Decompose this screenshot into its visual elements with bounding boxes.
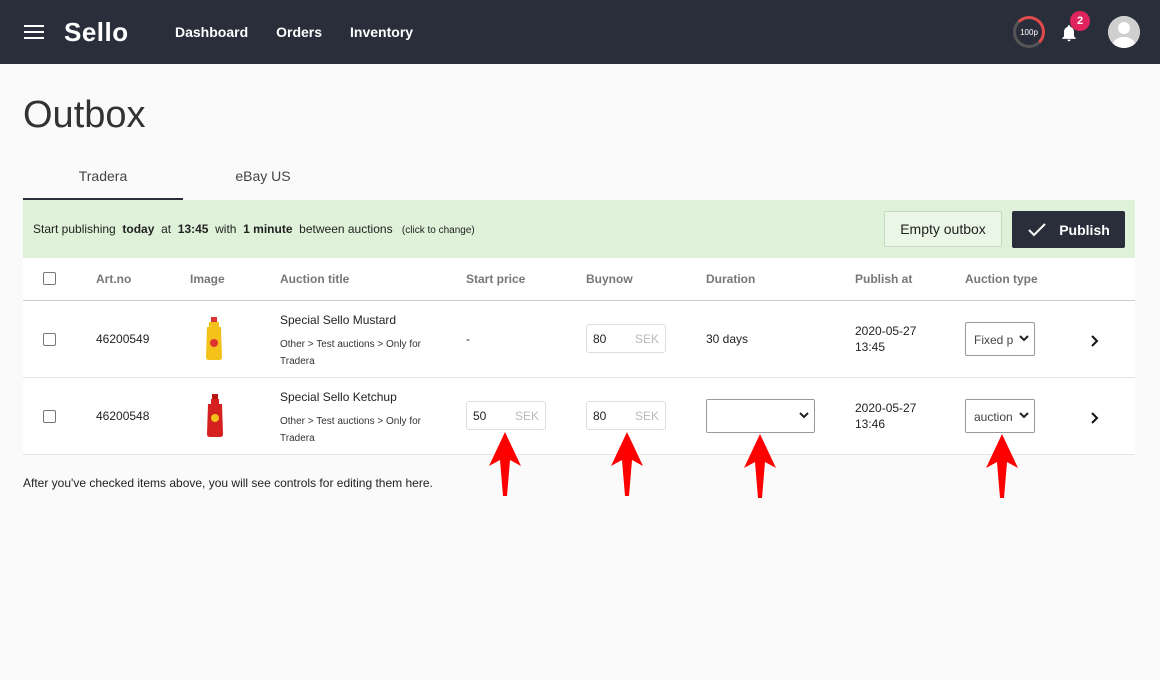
buynow-input[interactable]: 80 SEK	[586, 324, 666, 353]
publish-time: 13:45	[855, 340, 886, 354]
chevron-down-icon	[1018, 332, 1030, 344]
publish-at: 2020-05-27 13:46	[855, 400, 916, 432]
auction-type-select[interactable]: Fixed p	[965, 322, 1035, 356]
user-icon	[1108, 16, 1140, 48]
publish-schedule[interactable]: Start publishing today at 13:45 with 1 m…	[33, 222, 475, 236]
chevron-down-icon	[799, 412, 809, 419]
publish-label: Publish	[1059, 221, 1110, 238]
art-no: 46200549	[96, 332, 150, 346]
buynow-currency: SEK	[634, 332, 659, 346]
auction-title: Special Sello Ketchup Other > Test aucti…	[280, 390, 430, 447]
tab-tradera[interactable]: Tradera	[23, 160, 183, 200]
row-checkbox[interactable]	[43, 410, 56, 423]
auction-title-main: Special Sello Mustard	[280, 313, 397, 327]
schedule-day: today	[122, 222, 155, 236]
nav-orders[interactable]: Orders	[276, 24, 322, 40]
annotation-arrow-icon	[986, 434, 1018, 498]
buynow-input[interactable]: 80 SEK	[586, 401, 666, 430]
ketchup-bottle-icon	[207, 394, 223, 437]
auction-category: Other > Test auctions > Only for Tradera	[280, 339, 421, 367]
schedule-interval: 1 minute	[243, 222, 293, 236]
schedule-hint: (click to change)	[401, 225, 475, 236]
publish-bar: Start publishing today at 13:45 with 1 m…	[23, 200, 1135, 258]
select-all-checkbox[interactable]	[43, 272, 56, 285]
buynow-currency: SEK	[634, 409, 659, 423]
table-row[interactable]: 46200548 Special Sello Ketchup Other > T…	[23, 378, 1135, 455]
schedule-with: with	[215, 222, 237, 236]
schedule-suffix: between auctions	[299, 222, 393, 236]
publish-date: 2020-05-27	[855, 401, 917, 415]
marketplace-tabs: Tradera eBay US	[23, 160, 1135, 200]
auction-type-select[interactable]: auction	[965, 399, 1035, 433]
footer-note: After you've checked items above, you wi…	[23, 476, 433, 490]
checkmark-icon	[1028, 222, 1046, 236]
row-checkbox[interactable]	[43, 333, 56, 346]
publish-button[interactable]: Publish	[1012, 211, 1125, 248]
auction-category: Other > Test auctions > Only for Tradera	[280, 416, 421, 444]
auction-type-value: Fixed p	[974, 333, 1014, 347]
start-price-value: 50	[473, 409, 487, 423]
brand-logo[interactable]: Sello	[64, 17, 129, 48]
buynow-value: 80	[593, 409, 607, 423]
notification-badge: 2	[1070, 11, 1090, 31]
chevron-right-icon[interactable]	[1088, 334, 1102, 348]
auction-title: Special Sello Mustard Other > Test aucti…	[280, 313, 430, 370]
empty-outbox-button[interactable]: Empty outbox	[884, 211, 1002, 247]
top-navbar: Sello Dashboard Orders Inventory 100p 2	[0, 0, 1160, 64]
header-buynow: Buynow	[586, 272, 633, 286]
annotation-arrow-icon	[611, 432, 643, 496]
publish-at: 2020-05-27 13:45	[855, 323, 916, 355]
header-auction-type: Auction type	[965, 272, 1038, 286]
duration: 30 days	[706, 332, 749, 346]
schedule-prefix: Start publishing	[33, 222, 116, 236]
page-title: Outbox	[23, 94, 146, 136]
schedule-at: at	[161, 222, 172, 236]
main-nav: Dashboard Orders Inventory	[175, 24, 441, 40]
duration-select[interactable]	[706, 399, 815, 433]
art-no: 46200548	[96, 409, 150, 423]
start-price-input[interactable]: 50 SEK	[466, 401, 546, 430]
annotation-arrow-icon	[489, 432, 521, 496]
header-publish-at: Publish at	[855, 272, 913, 286]
header-art-no: Art.no	[96, 272, 132, 286]
chevron-down-icon	[1018, 409, 1030, 421]
table-header: Art.no Image Auction title Start price B…	[23, 258, 1135, 301]
auction-type-value: auction	[974, 410, 1013, 424]
speed-value: 100p	[1020, 27, 1038, 37]
table-row[interactable]: 46200549 Special Sello Mustard Other > T…	[23, 301, 1135, 378]
auction-title-main: Special Sello Ketchup	[280, 390, 397, 404]
mustard-bottle-icon	[206, 317, 222, 360]
header-auction-title: Auction title	[280, 272, 350, 286]
start-price: -	[466, 332, 470, 346]
annotation-arrow-icon	[744, 434, 776, 498]
tab-ebay-us[interactable]: eBay US	[183, 160, 343, 200]
header-image: Image	[190, 272, 225, 286]
nav-dashboard[interactable]: Dashboard	[175, 24, 248, 40]
avatar[interactable]	[1108, 16, 1140, 48]
speed-gauge-icon[interactable]: 100p	[1013, 16, 1045, 48]
nav-inventory[interactable]: Inventory	[350, 24, 413, 40]
header-duration: Duration	[706, 272, 756, 286]
menu-icon[interactable]	[24, 25, 44, 39]
chevron-right-icon[interactable]	[1088, 411, 1102, 425]
publish-date: 2020-05-27	[855, 324, 917, 338]
header-start-price: Start price	[466, 272, 526, 286]
start-price-currency: SEK	[514, 409, 539, 423]
outbox-table: Art.no Image Auction title Start price B…	[23, 258, 1135, 455]
buynow-value: 80	[593, 332, 607, 346]
schedule-time: 13:45	[177, 222, 209, 236]
publish-time: 13:46	[855, 417, 886, 431]
